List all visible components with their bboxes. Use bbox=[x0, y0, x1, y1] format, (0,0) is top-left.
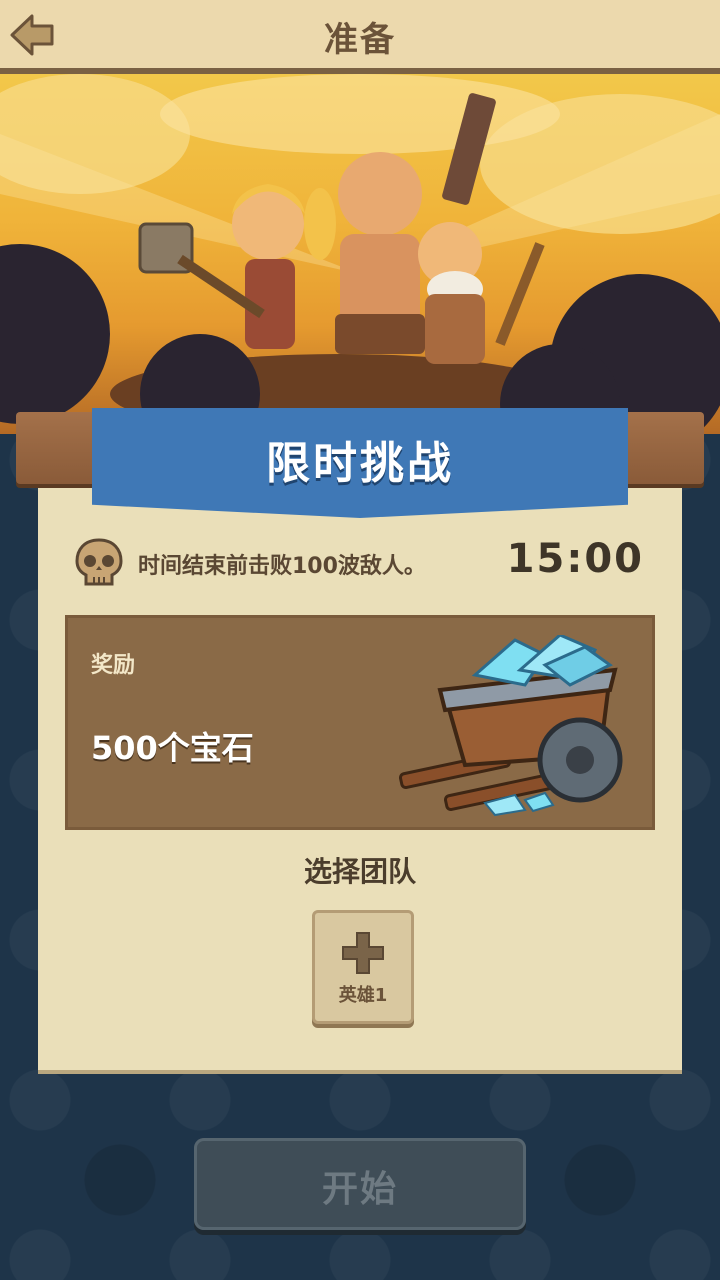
reward-value: 500个宝石 bbox=[91, 729, 254, 767]
start-button-label: 开始 bbox=[321, 1169, 398, 1210]
hero-slot-1[interactable]: 英雄1 bbox=[312, 910, 414, 1024]
objective-text: 时间结束前击败100波敌人。 bbox=[138, 554, 426, 579]
page-title: 准备 bbox=[324, 20, 396, 60]
top-bar: 准备 bbox=[0, 0, 720, 74]
challenge-timer: 15:00 bbox=[506, 536, 644, 582]
skull-icon bbox=[75, 538, 123, 586]
reward-label: 奖励 bbox=[91, 653, 136, 678]
hero-artwork bbox=[0, 74, 720, 434]
select-team-heading: 选择团队 bbox=[303, 855, 416, 888]
reward-box: 奖励 500个宝石 bbox=[65, 615, 655, 830]
objective-row: 时间结束前击败100波敌人。 15:00 bbox=[72, 532, 652, 592]
title-ribbon: 限时挑战 bbox=[92, 408, 628, 518]
gem-cart-icon bbox=[398, 635, 623, 817]
challenge-title: 限时挑战 bbox=[266, 438, 454, 489]
heroes-illustration bbox=[0, 74, 720, 434]
start-button[interactable]: 开始 bbox=[194, 1138, 526, 1230]
plus-icon bbox=[342, 932, 384, 974]
hero-slot-label: 英雄1 bbox=[338, 985, 388, 1006]
